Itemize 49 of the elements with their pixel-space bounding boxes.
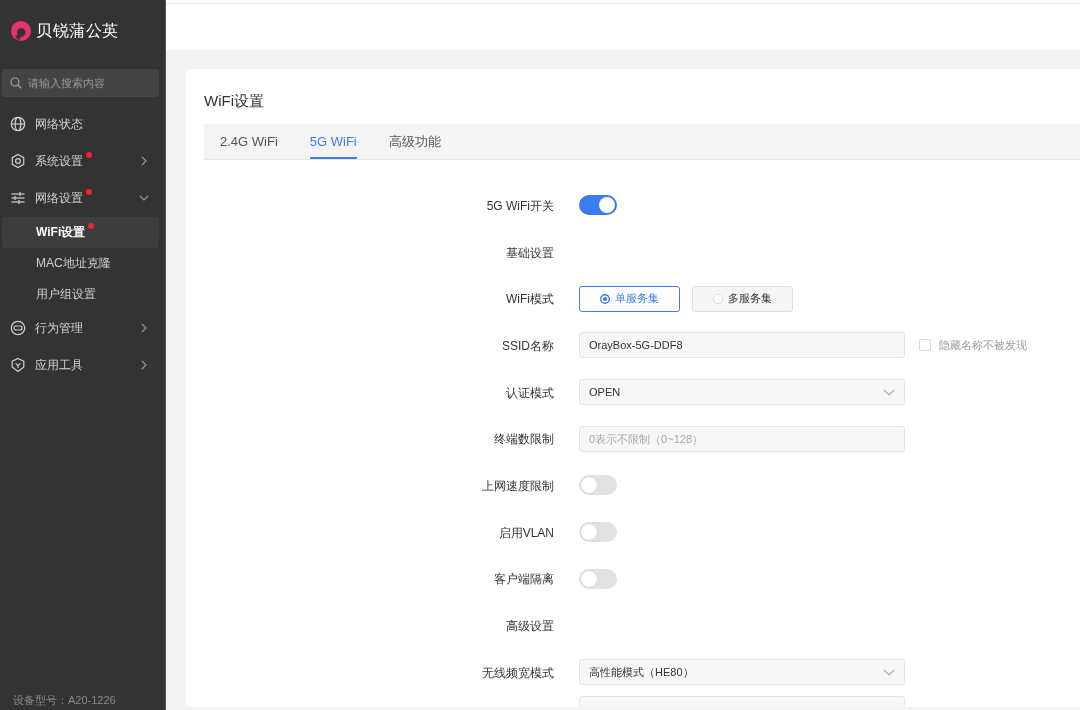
toggle-switch[interactable]	[579, 475, 617, 496]
menu-item[interactable]: 系统设置	[2, 142, 159, 180]
field-label: 客户端隔离	[494, 572, 554, 587]
chevron-down-icon	[883, 668, 895, 676]
field-label: SSID名称	[502, 338, 554, 353]
menu-item[interactable]: 网络状态	[2, 105, 159, 143]
menu-item[interactable]: 行为管理	[2, 309, 159, 347]
field-label: WiFi模式	[506, 292, 554, 307]
radio-option[interactable]: 单服务集	[579, 285, 680, 312]
toggle-switch[interactable]	[579, 522, 617, 543]
field-label: 5G WiFi开关	[486, 198, 554, 213]
chevron-down-icon	[883, 388, 895, 396]
search-icon	[10, 77, 22, 89]
field-label: 终端数限制	[494, 432, 554, 447]
menu-item[interactable]: 网络设置	[2, 179, 159, 217]
page-title: WiFi设置	[204, 91, 265, 111]
brand-name: 贝锐蒲公英	[36, 20, 119, 41]
field-label: 无线频宽模式	[482, 665, 554, 680]
capsule-icon	[10, 320, 26, 336]
shield-icon	[10, 357, 26, 373]
section-heading: 基础设置	[506, 245, 554, 260]
submenu-item[interactable]: 用户组设置	[2, 278, 159, 310]
checkbox[interactable]	[919, 339, 931, 352]
dropdown[interactable]: OPEN	[579, 379, 905, 406]
radio-option[interactable]: 多服务集	[692, 285, 793, 312]
text-field[interactable]: OrayBox-5G-DDF8	[579, 332, 905, 359]
device-model-text: 设备型号：A20-1226	[12, 693, 117, 708]
tab[interactable]: 高级功能	[388, 124, 441, 159]
tab[interactable]: 5G WiFi	[309, 124, 357, 159]
radio-icon	[713, 293, 723, 304]
logo-icon	[10, 20, 32, 42]
dropdown[interactable]: 高性能模式（HE80）	[579, 659, 905, 686]
toggle-switch[interactable]	[579, 195, 617, 216]
globe-icon	[10, 116, 26, 132]
field-label: 上网速度限制	[482, 478, 554, 493]
checkbox-label: 隐藏名称不被发现	[939, 337, 1027, 353]
radio-icon	[600, 293, 610, 304]
toggle-switch[interactable]	[579, 568, 617, 589]
submenu-item[interactable]: WiFi设置	[2, 216, 159, 248]
field-label: 认证模式	[506, 385, 554, 400]
tab[interactable]: 2.4G WiFi	[220, 124, 278, 159]
section-heading: 高级设置	[506, 619, 554, 634]
text-field[interactable]: 0表示不限制（0~128）	[579, 425, 905, 452]
field-label: 启用VLAN	[498, 525, 554, 540]
submenu-item[interactable]: MAC地址克隆	[2, 247, 159, 279]
search-field[interactable]: 请输入搜索内容	[2, 69, 159, 97]
menu-item[interactable]: 应用工具	[2, 346, 159, 384]
gear-icon	[10, 153, 26, 169]
sliders-icon	[10, 190, 26, 206]
